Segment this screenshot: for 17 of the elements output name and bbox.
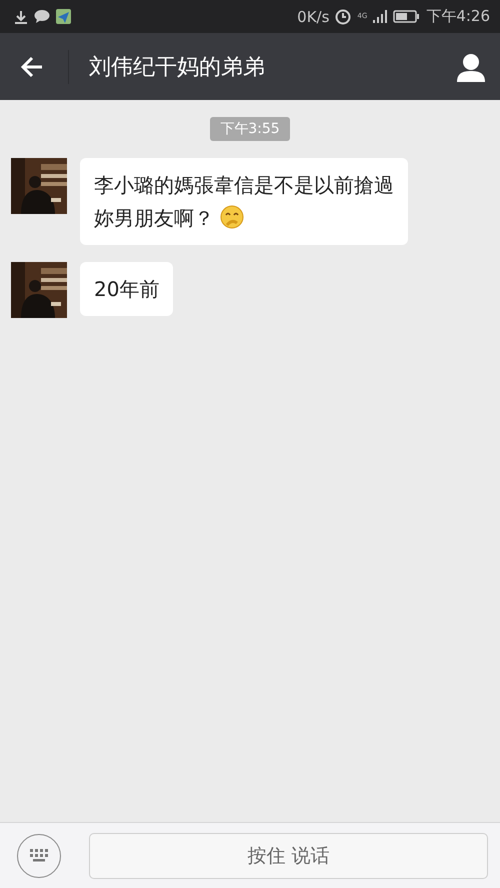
profile-button[interactable]	[456, 52, 486, 82]
chat-icon	[34, 9, 50, 24]
message-timestamp: 下午3:55	[210, 117, 290, 141]
keyboard-button[interactable]	[17, 834, 61, 878]
download-icon	[14, 10, 28, 24]
chat-title: 刘伟纪干妈的弟弟	[89, 54, 266, 82]
hold-to-talk-button[interactable]: 按住 说话	[89, 832, 488, 878]
signal-icon	[373, 10, 388, 23]
person-icon	[456, 52, 486, 82]
network-speed: 0K/s	[297, 8, 330, 26]
keyboard-icon	[30, 849, 48, 862]
message-bubble: 20年前	[80, 262, 174, 316]
message-bubble: 李小璐的媽張韋信是不是以前搶過妳男朋友啊？	[80, 158, 408, 245]
clock-icon	[335, 8, 352, 24]
battery-icon	[393, 10, 420, 23]
clock-time: 下午4:26	[426, 7, 490, 26]
app-icon	[56, 9, 71, 24]
